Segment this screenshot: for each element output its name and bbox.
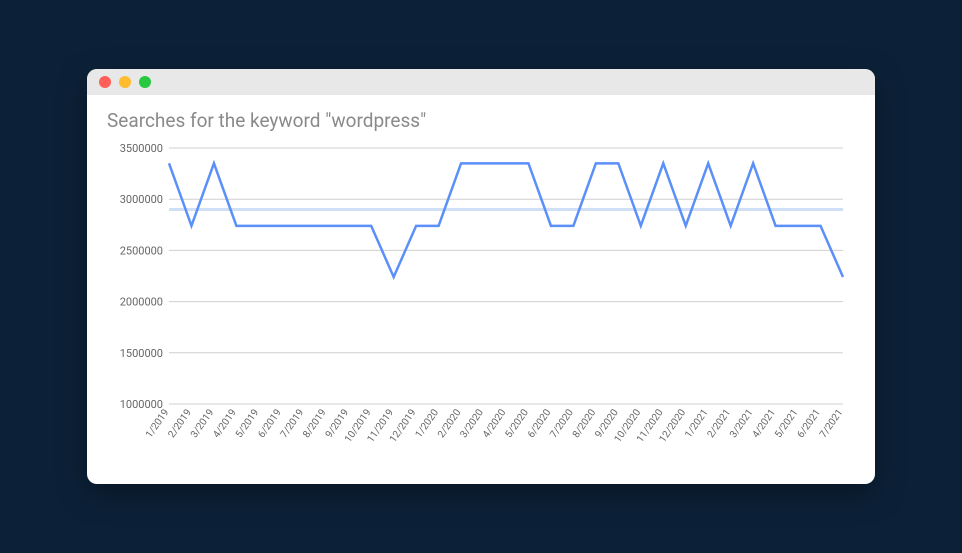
window-content: Searches for the keyword "wordpress" 100… bbox=[87, 95, 875, 478]
y-tick-label: 2000000 bbox=[120, 296, 163, 309]
app-window: Searches for the keyword "wordpress" 100… bbox=[87, 69, 875, 484]
x-tick-label: 7/2021 bbox=[818, 407, 845, 440]
close-icon[interactable] bbox=[99, 76, 111, 88]
zoom-icon[interactable] bbox=[139, 76, 151, 88]
window-titlebar bbox=[87, 69, 875, 95]
y-tick-label: 1000000 bbox=[120, 398, 163, 411]
chart-area: 1000000 1500000 2000000 2500000 3000000 35000… bbox=[107, 138, 855, 468]
y-tick-label: 3000000 bbox=[120, 193, 163, 206]
chart-title: Searches for the keyword "wordpress" bbox=[107, 109, 855, 132]
line-chart: 1000000 1500000 2000000 2500000 3000000 35000… bbox=[107, 138, 855, 468]
y-tick-label: 2500000 bbox=[120, 244, 163, 257]
y-tick-label: 1500000 bbox=[120, 347, 163, 360]
series-line bbox=[169, 163, 843, 277]
y-tick-label: 3500000 bbox=[120, 142, 163, 155]
minimize-icon[interactable] bbox=[119, 76, 131, 88]
